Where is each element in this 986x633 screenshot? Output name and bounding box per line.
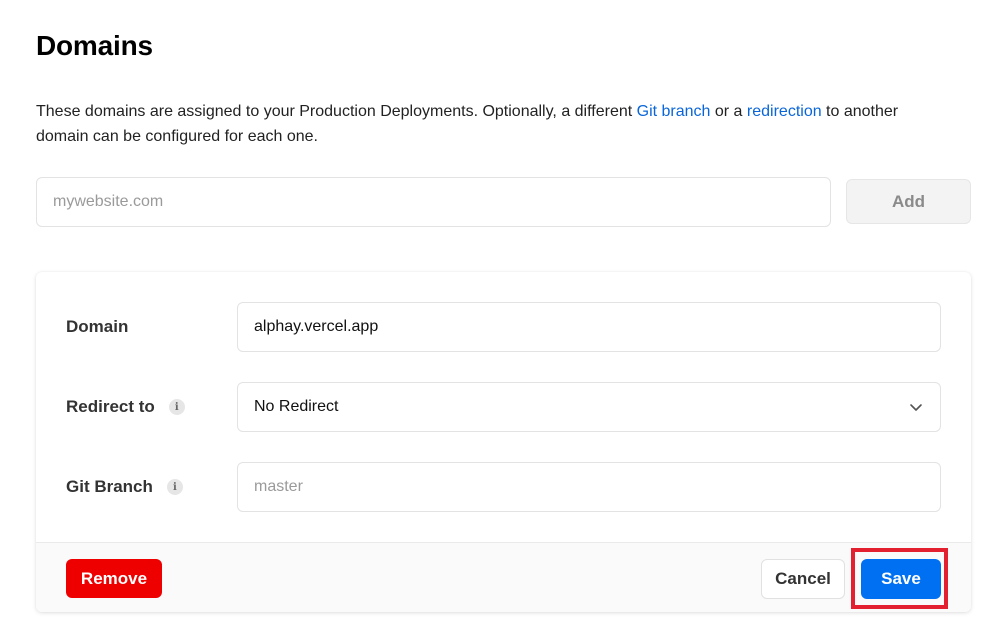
domain-label-row: Domain: [66, 302, 128, 352]
git-branch-label: Git Branch: [66, 477, 153, 496]
git-branch-field[interactable]: [237, 462, 941, 512]
domain-label: Domain: [66, 317, 129, 336]
redirect-label: Redirect to: [66, 397, 155, 416]
redirect-label-row: Redirect to i: [66, 382, 185, 432]
save-button[interactable]: Save: [861, 559, 941, 599]
add-domain-input[interactable]: [36, 177, 831, 227]
domain-field[interactable]: [237, 302, 941, 352]
page-title: Domains: [36, 30, 153, 61]
redirection-link[interactable]: redirection: [747, 103, 822, 120]
domain-card: Domain Redirect to i No Redirect Git Bra…: [36, 272, 971, 612]
info-icon[interactable]: i: [168, 399, 185, 415]
redirect-selected-value: No Redirect: [254, 398, 339, 415]
remove-button[interactable]: Remove: [66, 559, 162, 598]
chevron-down-icon: [910, 404, 922, 411]
description-text: These domains are assigned to your Produ…: [36, 103, 637, 120]
description-text: or a: [710, 103, 747, 120]
add-domain-button[interactable]: Add: [846, 179, 971, 224]
git-branch-link[interactable]: Git branch: [637, 103, 711, 120]
card-footer: Remove Cancel Save: [36, 542, 971, 612]
git-branch-label-row: Git Branch i: [66, 462, 183, 512]
page-description: These domains are assigned to your Produ…: [36, 99, 936, 149]
redirect-select[interactable]: No Redirect: [237, 382, 941, 432]
cancel-button[interactable]: Cancel: [761, 559, 845, 599]
info-icon[interactable]: i: [166, 479, 183, 495]
